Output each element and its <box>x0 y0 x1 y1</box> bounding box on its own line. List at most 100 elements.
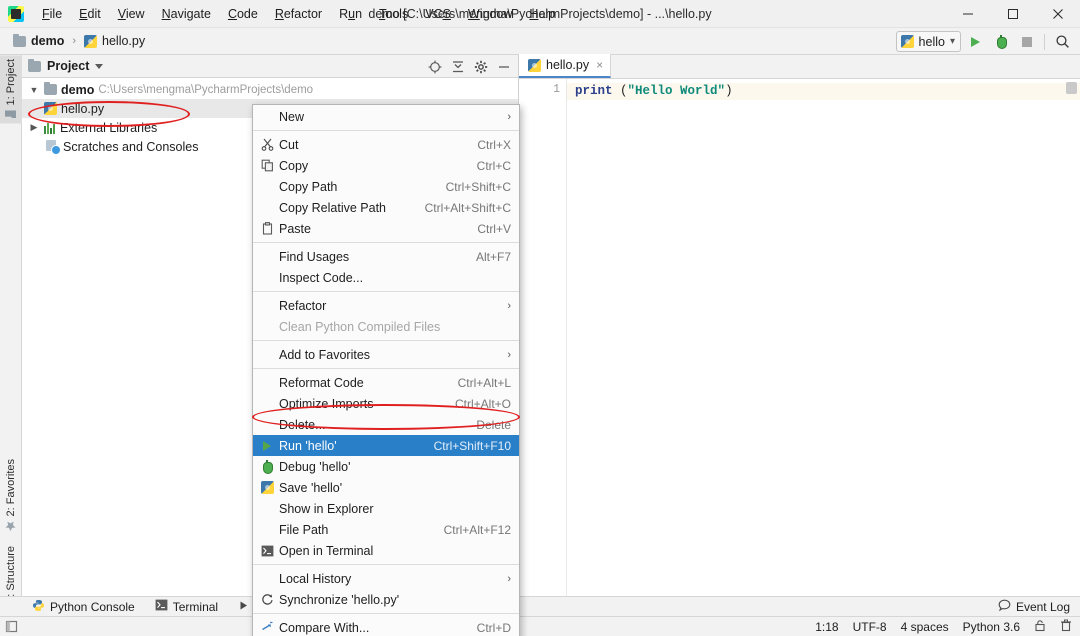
code-lines[interactable]: print ("Hello World") <box>567 79 1080 596</box>
context-menu-item-compare-with[interactable]: Compare With... Ctrl+D <box>253 617 519 636</box>
context-menu-item-run-hello[interactable]: Run 'hello' Ctrl+Shift+F10 <box>253 435 519 456</box>
context-menu-label: Show in Explorer <box>279 501 374 516</box>
editor-tab-hello-py[interactable]: hello.py × <box>519 54 612 78</box>
context-menu-item-file-path[interactable]: File Path Ctrl+Alt+F12 <box>253 519 519 540</box>
breadcrumb-item-hello-py[interactable]: hello.py <box>80 32 149 50</box>
context-menu-accel: Alt+F7 <box>475 249 511 264</box>
context-menu-item-optimize-imports[interactable]: Optimize Imports Ctrl+Alt+O <box>253 393 519 414</box>
run-configuration-selector[interactable]: hello ▾ <box>895 31 961 52</box>
code-canvas[interactable]: 1 print ("Hello World") <box>519 79 1080 596</box>
code-line-1[interactable]: print ("Hello World") <box>567 83 1080 100</box>
token-string: "Hello World" <box>627 84 726 98</box>
menu-refactor[interactable]: Refactor <box>267 3 330 25</box>
menu-separator <box>253 340 519 341</box>
run-config-label: hello <box>918 34 945 49</box>
left-tool-rail: 1: Project 2: Favorites 7: Structure <box>0 55 22 617</box>
context-menu-item-copy-path[interactable]: Copy Path Ctrl+Shift+C <box>253 176 519 197</box>
caret-position[interactable]: 1:18 <box>815 620 838 634</box>
menu-code[interactable]: Code <box>220 3 266 25</box>
context-menu-item-clean-python-compiled-files: Clean Python Compiled Files <box>253 316 519 337</box>
menu-navigate[interactable]: Navigate <box>154 3 219 25</box>
sync-icon <box>257 592 277 608</box>
menu-view[interactable]: View <box>110 3 153 25</box>
collapse-all-icon[interactable] <box>448 57 468 77</box>
trash-icon[interactable] <box>1060 619 1072 635</box>
no-icon <box>257 109 277 125</box>
stop-button[interactable] <box>1015 31 1039 53</box>
settings-gear-icon[interactable] <box>471 57 491 77</box>
status-bar: 1:18 UTF-8 4 spaces Python 3.6 <box>0 616 1080 636</box>
context-menu-item-synchronize-hello-py[interactable]: Synchronize 'hello.py' <box>253 589 519 610</box>
context-menu-item-reformat-code[interactable]: Reformat Code Ctrl+Alt+L <box>253 372 519 393</box>
minimize-icon[interactable] <box>945 0 990 28</box>
close-icon[interactable] <box>1035 0 1080 28</box>
context-menu-item-delete[interactable]: Delete... Delete <box>253 414 519 435</box>
tool-window-bar-bottom: Python Console Terminal 4: R Event Log <box>0 596 1080 616</box>
search-everywhere-button[interactable] <box>1050 31 1074 53</box>
context-menu-item-refactor[interactable]: Refactor › <box>253 295 519 316</box>
menu-edit[interactable]: Edit <box>71 3 109 25</box>
sidebar-item-project[interactable]: 1: Project <box>0 55 22 124</box>
context-menu-label: Compare With... <box>279 620 370 635</box>
hide-panel-icon[interactable] <box>494 57 514 77</box>
file-encoding[interactable]: UTF-8 <box>853 620 887 634</box>
target-icon[interactable] <box>425 57 445 77</box>
tree-node-demo[interactable]: ▼ demo C:\Users\mengma\PycharmProjects\d… <box>22 80 518 99</box>
chevron-right-icon[interactable]: ▶ <box>28 122 40 133</box>
context-menu-item-find-usages[interactable]: Find Usages Alt+F7 <box>253 246 519 267</box>
context-menu-item-copy-relative-path[interactable]: Copy Relative Path Ctrl+Alt+Shift+C <box>253 197 519 218</box>
context-menu-item-show-in-explorer[interactable]: Show in Explorer <box>253 498 519 519</box>
run-play-icon <box>238 600 249 614</box>
context-menu-label: Paste <box>279 221 311 236</box>
context-menu-item-inspect-code[interactable]: Inspect Code... <box>253 267 519 288</box>
tree-node-label: demo <box>61 82 95 97</box>
event-log-button[interactable]: Event Log <box>998 599 1070 615</box>
context-menu-item-cut[interactable]: Cut Ctrl+X <box>253 134 519 155</box>
chevron-down-icon[interactable]: ▼ <box>28 85 40 95</box>
indent-setting[interactable]: 4 spaces <box>901 620 949 634</box>
context-menu-item-paste[interactable]: Paste Ctrl+V <box>253 218 519 239</box>
python-interpreter[interactable]: Python 3.6 <box>963 620 1020 634</box>
toggle-toolwindows-button[interactable] <box>0 620 22 633</box>
terminal-icon <box>155 599 168 614</box>
run-button[interactable] <box>963 31 987 53</box>
stop-square-icon <box>1022 36 1032 47</box>
menu-run[interactable]: Run <box>331 3 370 25</box>
no-icon <box>257 270 277 286</box>
project-panel-header: Project <box>22 55 518 78</box>
vertical-scrollbar-thumb[interactable] <box>1066 82 1077 94</box>
sidebar-item-favorites[interactable]: 2: Favorites <box>0 455 22 535</box>
context-menu-item-add-to-favorites[interactable]: Add to Favorites › <box>253 344 519 365</box>
context-menu-item-save-hello[interactable]: Save 'hello' <box>253 477 519 498</box>
context-menu-item-debug-hello[interactable]: Debug 'hello' <box>253 456 519 477</box>
toolbar-divider <box>1044 33 1045 50</box>
token-punct: ( <box>612 84 628 98</box>
context-menu-accel: Ctrl+C <box>476 158 511 173</box>
context-menu-item-copy[interactable]: Copy Ctrl+C <box>253 155 519 176</box>
menu-window[interactable]: Window <box>460 3 520 25</box>
library-icon <box>44 122 56 134</box>
debug-button[interactable] <box>989 31 1013 53</box>
lock-icon[interactable] <box>1034 619 1046 635</box>
close-icon[interactable]: × <box>596 58 603 72</box>
menu-file[interactable]: File <box>34 3 70 25</box>
chevron-down-icon[interactable] <box>95 63 104 69</box>
menu-vcs[interactable]: VCS <box>417 3 459 25</box>
context-menu-item-new[interactable]: New › <box>253 106 519 127</box>
menu-bar: File Edit View Navigate Code Refactor Ru… <box>34 3 563 25</box>
file-context-menu: New › Cut Ctrl+X Copy Ctrl+C Copy Path C… <box>252 104 520 636</box>
no-icon <box>257 417 277 433</box>
context-menu-label: File Path <box>279 522 329 537</box>
bottom-item-terminal[interactable]: Terminal <box>145 599 228 614</box>
bottom-item-python-console[interactable]: Python Console <box>22 599 145 615</box>
context-menu-item-local-history[interactable]: Local History › <box>253 568 519 589</box>
menu-tools[interactable]: Tools <box>371 3 416 25</box>
editor-marker-strip[interactable] <box>1066 79 1080 596</box>
menu-help[interactable]: Help <box>521 3 563 25</box>
context-menu-accel: Delete <box>476 417 511 432</box>
breadcrumb-item-demo[interactable]: demo <box>9 32 68 50</box>
context-menu-label: Local History <box>279 571 352 586</box>
context-menu-item-open-in-terminal[interactable]: Open in Terminal <box>253 540 519 561</box>
maximize-icon[interactable] <box>990 0 1035 28</box>
context-menu-label: Add to Favorites <box>279 347 371 362</box>
